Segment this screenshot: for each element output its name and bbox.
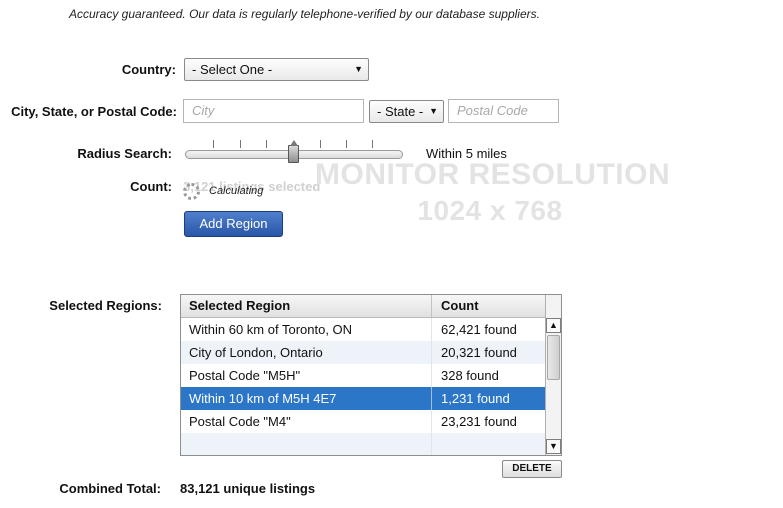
combined-total-label: Combined Total: <box>59 481 161 496</box>
location-label: City, State, or Postal Code: <box>11 104 177 119</box>
accuracy-notice-text: Our data is regularly telephone-verified… <box>189 7 540 21</box>
slider-tick <box>266 140 267 148</box>
accuracy-notice: Accuracy guaranteed. Our data is regular… <box>69 7 540 21</box>
slider-tick <box>240 140 241 148</box>
selected-regions-table: Selected Region Count Within 60 km of To… <box>180 294 562 456</box>
table-row[interactable]: Postal Code "M5H" 328 found <box>181 364 546 387</box>
slider-tick <box>346 140 347 148</box>
chevron-down-icon: ▼ <box>354 64 363 74</box>
postal-code-input[interactable]: Postal Code <box>448 99 559 123</box>
city-input[interactable]: City <box>183 99 364 123</box>
calculating-status: Calculating <box>209 185 264 197</box>
add-region-button[interactable]: Add Region <box>184 211 283 237</box>
scroll-up-icon[interactable]: ▲ <box>546 318 561 333</box>
country-label: Country: <box>121 62 176 77</box>
country-select[interactable]: - Select One - ▼ <box>184 58 369 81</box>
radius-label: Radius Search: <box>77 146 172 161</box>
accuracy-notice-strong: Accuracy guaranteed. <box>69 7 186 21</box>
region-cell: Postal Code "M5H" <box>181 364 432 387</box>
table-header: Selected Region Count <box>181 295 546 318</box>
region-cell: City of London, Ontario <box>181 341 432 364</box>
table-row[interactable]: City of London, Ontario 20,321 found <box>181 341 546 364</box>
slider-tick <box>372 140 373 148</box>
count-label: Count: <box>130 179 172 194</box>
region-cell: Within 60 km of Toronto, ON <box>181 318 432 341</box>
count-cell: 328 found <box>441 368 499 383</box>
combined-total-value: 83,121 unique listings <box>180 481 316 496</box>
state-select[interactable]: - State - ▼ <box>369 100 444 123</box>
slider-tick <box>213 140 214 148</box>
delete-button[interactable]: DELETE <box>502 460 562 478</box>
table-row-selected[interactable]: Within 10 km of M5H 4E7 1,231 found <box>181 387 546 410</box>
table-row-empty <box>181 433 546 455</box>
state-select-value: - State - <box>377 104 424 119</box>
slider-tick <box>320 140 321 148</box>
country-select-value: - Select One - <box>192 62 273 77</box>
region-cell: Postal Code "M4" <box>181 410 432 433</box>
spinner-icon <box>183 183 200 200</box>
table-row[interactable]: Within 60 km of Toronto, ON 62,421 found <box>181 318 546 341</box>
column-header-count[interactable]: Count <box>432 295 546 317</box>
watermark-line1: MONITOR RESOLUTION <box>315 158 671 191</box>
empty-cell <box>181 433 432 455</box>
count-cell: 20,321 found <box>441 345 517 360</box>
watermark-line2: 1024 x 768 <box>417 195 563 226</box>
table-scrollbar[interactable]: ▲ ▼ <box>545 295 561 455</box>
chevron-down-icon: ▼ <box>429 106 438 116</box>
radius-slider-thumb[interactable] <box>288 140 299 163</box>
count-cell: 1,231 found <box>441 391 510 406</box>
column-header-region[interactable]: Selected Region <box>181 295 432 317</box>
table-row[interactable]: Postal Code "M4" 23,231 found <box>181 410 546 433</box>
count-cell: 62,421 found <box>441 322 517 337</box>
count-cell: 23,231 found <box>441 414 517 429</box>
scrollbar-thumb[interactable] <box>547 335 560 380</box>
scroll-down-icon[interactable]: ▼ <box>546 439 561 454</box>
region-cell: Within 10 km of M5H 4E7 <box>181 387 432 410</box>
selected-regions-label: Selected Regions: <box>49 298 162 313</box>
